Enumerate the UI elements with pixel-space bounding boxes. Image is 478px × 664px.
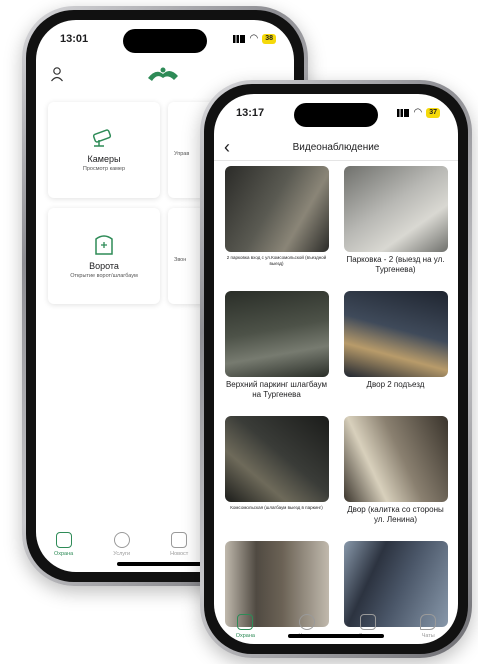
camera-feed[interactable]: Двор 2 подъезд <box>341 291 450 410</box>
profile-icon[interactable] <box>50 66 64 82</box>
tab-chats[interactable]: Чаты <box>420 614 437 639</box>
tab-services[interactable]: Услуги <box>113 532 130 557</box>
camera-label: Двор 2 подъезд <box>366 380 425 389</box>
tab-label: Чаты <box>421 633 435 639</box>
chat-icon <box>420 614 437 630</box>
tab-news[interactable]: Новост <box>170 532 188 557</box>
wifi-icon: ◠ <box>413 107 423 118</box>
tab-label: Охрана <box>235 633 255 639</box>
tile-gates[interactable]: Ворота Открытие ворот/шлагбаум <box>48 208 160 304</box>
cart-icon <box>171 532 188 548</box>
nav-bar: ‹ Видеонаблюдение <box>214 134 458 161</box>
page-title: Видеонаблюдение <box>292 141 380 153</box>
status-indicators: ◠ 38 <box>233 33 276 44</box>
camera-thumbnail[interactable] <box>224 166 329 252</box>
camera-label: Верхний паркинг шлагбаум на Тургенева <box>225 380 328 399</box>
wifi-icon: ◠ <box>249 33 259 44</box>
app-logo <box>146 64 180 84</box>
camera-feed[interactable]: Верхний паркинг шлагбаум на Тургенева <box>222 291 331 410</box>
status-indicators: ◠ 37 <box>397 107 440 118</box>
camera-label: Парковка - 2 (выезд на ул. Тургенева) <box>346 255 445 274</box>
camera-thumbnail[interactable] <box>343 166 448 252</box>
back-chevron-icon[interactable]: ‹ <box>224 138 230 156</box>
camera-thumbnail[interactable] <box>343 416 448 502</box>
phone-front: 13:17 ◠ 37 ‹ Видеонаблюдение 2 парковка … <box>200 80 472 658</box>
camera-feed[interactable]: 2 парковка вход с ул.Комсомольской (въез… <box>222 166 331 285</box>
camera-thumbnail[interactable] <box>224 291 329 377</box>
dynamic-island <box>123 29 207 53</box>
gate-icon <box>95 235 113 255</box>
info-icon <box>113 532 130 548</box>
camera-label: 2 парковка вход с ул.Комсомольской (въез… <box>226 255 327 266</box>
dynamic-island <box>294 103 378 127</box>
signal-icon <box>397 108 410 117</box>
camera-thumbnail[interactable] <box>224 416 329 502</box>
tile-subtitle: Открытие ворот/шлагбаум <box>70 273 138 279</box>
shield-icon <box>55 532 72 548</box>
camera-thumbnail[interactable] <box>343 291 448 377</box>
camera-feed[interactable]: Комсомольская (шлагбаум выезд в паркинг) <box>222 416 331 535</box>
camera-label: Комсомольская (шлагбаум выезд в паркинг) <box>230 505 323 510</box>
battery-level: 37 <box>426 107 440 118</box>
camera-feed[interactable]: Двор (калитка со стороны ул. Ленина) <box>341 416 450 535</box>
status-time: 13:01 <box>60 33 89 45</box>
tile-title: Камеры <box>87 154 121 164</box>
tab-label: Новост <box>170 551 189 557</box>
camera-icon <box>92 129 112 147</box>
tab-label: Услуги <box>113 551 131 557</box>
tile-subtitle: Просмотр камер <box>82 166 126 172</box>
tile-subtitle: Управ <box>174 151 190 157</box>
tile-title: Ворота <box>89 261 119 271</box>
services-icon <box>298 614 315 630</box>
home-indicator <box>117 562 213 566</box>
tab-security[interactable]: Охрана <box>236 614 255 639</box>
battery-level: 38 <box>262 33 276 44</box>
status-time: 13:17 <box>236 107 265 119</box>
tile-subtitle: Звон <box>174 257 187 263</box>
camera-feed[interactable]: Парковка - 2 (выезд на ул. Тургенева) <box>341 166 450 285</box>
shield-icon <box>237 614 254 630</box>
home-indicator <box>288 634 384 638</box>
signal-icon <box>233 34 246 43</box>
requests-icon <box>359 614 376 630</box>
phone-bezel: 13:17 ◠ 37 ‹ Видеонаблюдение 2 парковка … <box>204 84 468 654</box>
tile-cameras[interactable]: Камеры Просмотр камер <box>48 102 160 198</box>
camera-grid: 2 парковка вход с ул.Комсомольской (въез… <box>222 166 450 644</box>
camera-label: Двор (калитка со стороны ул. Ленина) <box>347 505 444 524</box>
video-screen: 13:17 ◠ 37 ‹ Видеонаблюдение 2 парковка … <box>214 94 458 644</box>
tab-label: Охрана <box>54 551 74 557</box>
tab-security[interactable]: Охрана <box>54 532 73 557</box>
